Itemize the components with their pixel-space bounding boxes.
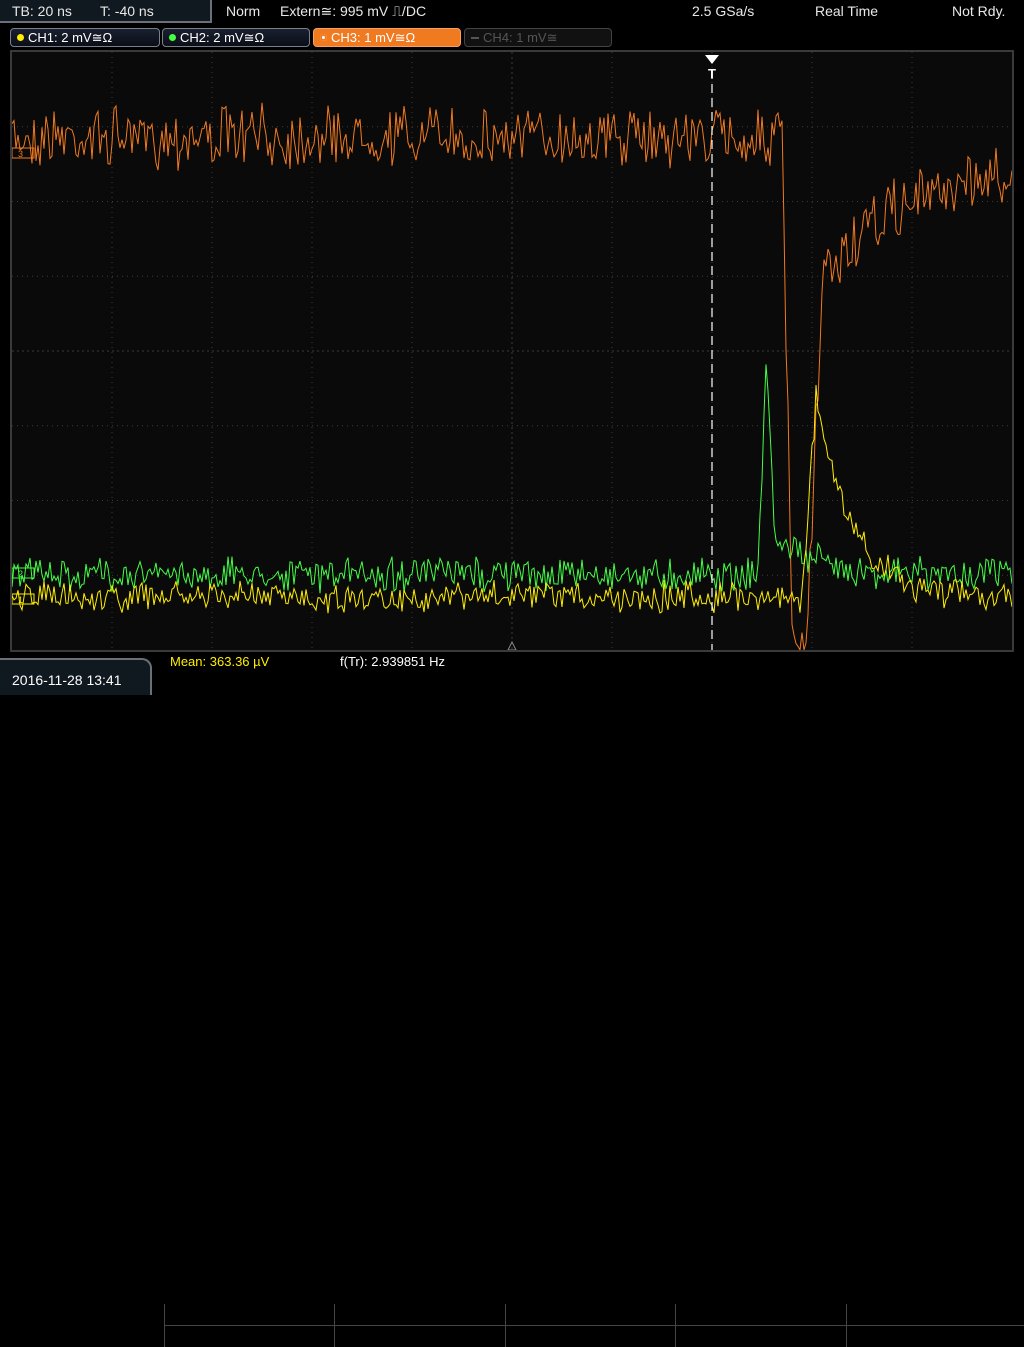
- waveform-display[interactable]: T 3 2 1: [10, 50, 1014, 652]
- channel-2-color-icon: [169, 34, 176, 41]
- channel-2-marker-label: 2: [18, 569, 23, 579]
- run-status-label: Not Rdy.: [952, 3, 1006, 19]
- channel-2-button[interactable]: CH2: 2 mV≅Ω: [162, 28, 310, 47]
- datetime-label: 2016-11-28 13:41: [12, 672, 122, 688]
- top-status-bar: TB: 20 ns T: -40 ns Norm Extern≅: 995 mV…: [0, 0, 1024, 24]
- grid: [12, 52, 1012, 650]
- channel-3-marker-label: 3: [18, 149, 23, 159]
- waveform-canvas: T 3 2 1: [12, 52, 1012, 650]
- channel-1-color-icon: [17, 34, 24, 41]
- channel-bar: CH1: 2 mV≅Ω CH2: 2 mV≅Ω CH3: 1 mV≅Ω CH4:…: [0, 24, 1024, 50]
- channel-1-button[interactable]: CH1: 2 mV≅Ω: [10, 28, 160, 47]
- channel-4-button[interactable]: CH4: 1 mV≅: [464, 28, 612, 47]
- trigger-marker-icon[interactable]: [705, 55, 719, 64]
- trigger-position-label[interactable]: T: -40 ns: [100, 3, 154, 19]
- sample-rate-label: 2.5 GSa/s: [692, 3, 755, 19]
- channel-3-button[interactable]: CH3: 1 mV≅Ω: [313, 28, 461, 47]
- channel-1-marker-label: 1: [18, 595, 23, 605]
- channel-3-color-icon: [320, 34, 327, 41]
- acquisition-mode-label[interactable]: Real Time: [815, 3, 878, 19]
- measurement-bar: [0, 652, 1024, 1347]
- trigger-mode-label[interactable]: Norm: [226, 3, 260, 19]
- frequency-measurement[interactable]: f(Tr): 2.939851 Hz: [340, 654, 445, 669]
- mean-measurement[interactable]: Mean: 363.36 µV: [170, 654, 269, 669]
- trigger-marker-label: T: [708, 66, 716, 81]
- channel-4-off-icon: [471, 37, 479, 39]
- trigger-source-label[interactable]: Extern≅: 995 mV ⎍/DC: [280, 3, 426, 20]
- timebase-label[interactable]: TB: 20 ns: [12, 3, 72, 19]
